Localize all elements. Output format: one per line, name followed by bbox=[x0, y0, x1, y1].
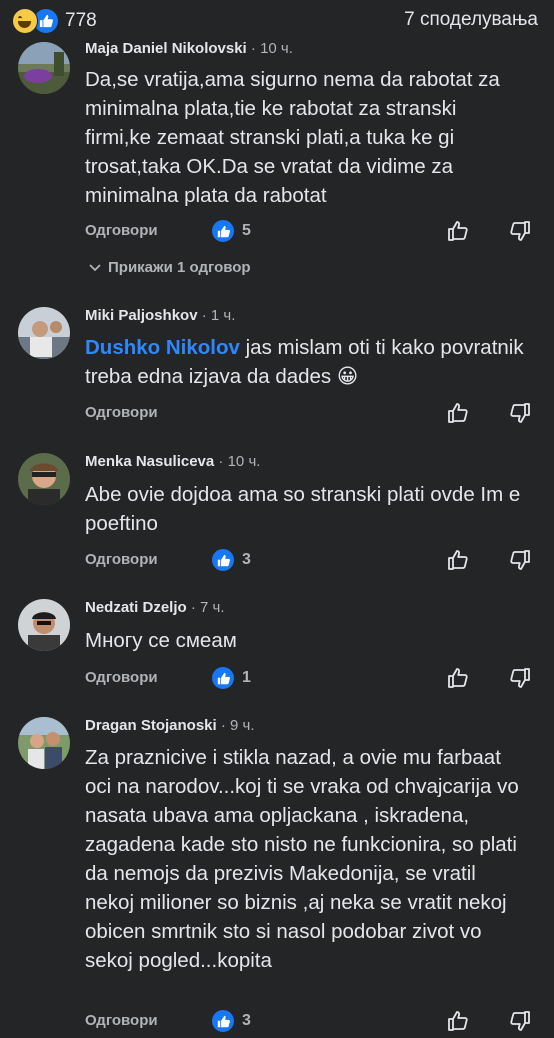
separator: · bbox=[216, 717, 231, 734]
like-reaction-icon bbox=[211, 1009, 235, 1033]
reply-button[interactable]: Одговори bbox=[85, 1012, 158, 1029]
avatar[interactable] bbox=[18, 42, 70, 94]
like-count[interactable]: 5 bbox=[211, 219, 251, 243]
reply-button[interactable]: Одговори bbox=[85, 404, 158, 421]
thumb-down-icon[interactable] bbox=[508, 548, 532, 577]
thumb-up-icon[interactable] bbox=[446, 401, 470, 430]
mention-link[interactable]: Dushko Nikolov bbox=[85, 336, 240, 359]
thumb-down-icon[interactable] bbox=[508, 666, 532, 695]
thumb-up-icon[interactable] bbox=[446, 666, 470, 695]
show-replies-button[interactable]: Прикажи 1 одговор bbox=[88, 259, 251, 276]
reply-button[interactable]: Одговори bbox=[85, 222, 158, 239]
comment-time[interactable]: 1 ч. bbox=[211, 307, 236, 324]
reaction-count: 778 bbox=[65, 10, 97, 31]
comment-actions: Одговори 5 bbox=[85, 219, 545, 245]
thumb-up-icon[interactable] bbox=[446, 548, 470, 577]
show-replies-label: Прикажи 1 одговор bbox=[108, 259, 251, 276]
comment-time[interactable]: 10 ч. bbox=[260, 40, 293, 57]
avatar[interactable] bbox=[18, 453, 70, 505]
reply-button[interactable]: Одговори bbox=[85, 669, 158, 686]
like-count[interactable]: 3 bbox=[211, 1009, 251, 1033]
comment-author-line: Nedzati Dzeljo · 7 ч. bbox=[85, 599, 225, 616]
comment-author-line: Dragan Stojanoski · 9 ч. bbox=[85, 717, 255, 734]
like-reaction-icon bbox=[211, 548, 235, 572]
comment-time[interactable]: 7 ч. bbox=[200, 599, 225, 616]
comment-actions: Одговори 3 bbox=[85, 548, 545, 574]
comment-text: Za praznicive i stikla nazad, a ovie mu … bbox=[85, 746, 519, 972]
laugh-reaction-icon bbox=[12, 8, 38, 34]
reactions-summary[interactable]: 778 bbox=[12, 8, 97, 34]
comment-actions: Одговори 3 bbox=[85, 1009, 545, 1035]
like-reaction-icon bbox=[211, 219, 235, 243]
avatar[interactable] bbox=[18, 307, 70, 359]
like-count-value: 3 bbox=[242, 551, 251, 568]
thumb-down-icon[interactable] bbox=[508, 219, 532, 248]
comment-author-name[interactable]: Dragan Stojanoski bbox=[85, 717, 217, 734]
post-stats-bar: 778 7 споделувања bbox=[0, 0, 554, 40]
like-count-value: 1 bbox=[242, 669, 251, 686]
avatar[interactable] bbox=[18, 717, 70, 769]
comment-author-line: Menka Nasuliceva · 10 ч. bbox=[85, 453, 260, 470]
comment-author-name[interactable]: Miki Paljoshkov bbox=[85, 307, 198, 324]
chevron-down-icon bbox=[89, 263, 101, 271]
separator: · bbox=[197, 307, 211, 324]
like-count[interactable]: 3 bbox=[211, 548, 251, 572]
like-reaction-icon bbox=[211, 666, 235, 690]
thumb-up-icon[interactable] bbox=[446, 219, 470, 248]
comment-time[interactable]: 10 ч. bbox=[228, 453, 261, 470]
like-count[interactable]: 1 bbox=[211, 666, 251, 690]
shares-count[interactable]: 7 споделувања bbox=[404, 9, 538, 31]
comment-author-line: Maja Daniel Nikolovski · 10 ч. bbox=[85, 40, 293, 57]
avatar[interactable] bbox=[18, 599, 70, 651]
comment-actions: Одговори 1 bbox=[85, 666, 545, 692]
comment-author-name[interactable]: Maja Daniel Nikolovski bbox=[85, 40, 247, 57]
separator: · bbox=[246, 40, 261, 57]
comment-text: Dushko Nikolov jas mislam oti ti kako po… bbox=[85, 333, 525, 391]
separator: · bbox=[214, 453, 228, 470]
comment-author-name[interactable]: Nedzati Dzeljo bbox=[85, 599, 187, 616]
comment-author-line: Miki Paljoshkov · 1 ч. bbox=[85, 307, 235, 324]
grinning-emoji: 😀 bbox=[336, 365, 359, 388]
like-count-value: 5 bbox=[242, 222, 251, 239]
like-count-value: 3 bbox=[242, 1012, 251, 1029]
separator: · bbox=[186, 599, 201, 616]
reply-button[interactable]: Одговори bbox=[85, 551, 158, 568]
thumb-down-icon[interactable] bbox=[508, 401, 532, 430]
comment-text: Многу се смеам bbox=[85, 629, 237, 652]
comment-author-name[interactable]: Menka Nasuliceva bbox=[85, 453, 214, 470]
comment-time[interactable]: 9 ч. bbox=[230, 717, 255, 734]
comment-text: Abe ovie dojdoa ama so stranski plati ov… bbox=[85, 483, 521, 535]
comment-text: Da,se vratija,ama sigurno nema da rabota… bbox=[85, 68, 500, 207]
comment-actions: Одговори bbox=[85, 401, 545, 427]
